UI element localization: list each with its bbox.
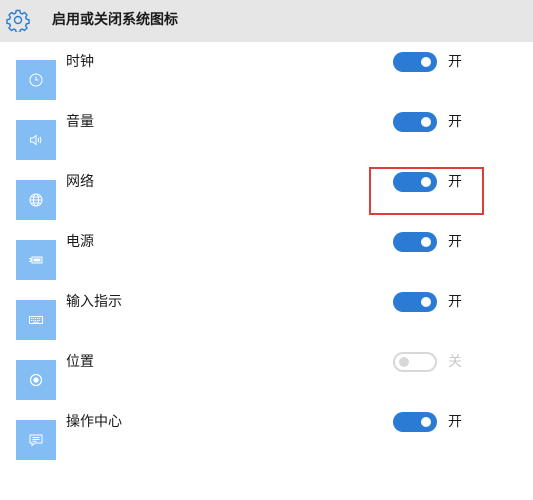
toggle-switch[interactable]	[393, 232, 437, 252]
volume-icon	[30, 134, 42, 146]
item-label: 时钟	[66, 54, 94, 70]
list-item-network: 网络 开	[0, 172, 533, 240]
message-icon	[29, 434, 43, 447]
item-label: 位置	[66, 354, 94, 370]
item-label: 网络	[66, 174, 94, 190]
page-title: 启用或关闭系统图标	[52, 12, 178, 28]
battery-icon	[29, 256, 43, 264]
clock-icon	[29, 73, 43, 87]
toggle-switch[interactable]	[393, 52, 437, 72]
item-label: 电源	[66, 234, 94, 250]
toggle-knob	[421, 177, 431, 187]
list-item-volume: 音量 开	[0, 112, 533, 180]
toggle-switch[interactable]	[393, 352, 437, 372]
toggle-switch[interactable]	[393, 292, 437, 312]
tile-power	[16, 240, 56, 280]
globe-icon	[29, 193, 43, 207]
toggle-state-text: 关	[448, 354, 462, 370]
toggle-state-text: 开	[448, 174, 462, 190]
list-item-location: 位置 关	[0, 352, 533, 420]
toggle-switch[interactable]	[393, 172, 437, 192]
location-icon	[29, 373, 43, 387]
item-label: 输入指示	[66, 294, 122, 310]
toggle-switch[interactable]	[393, 112, 437, 132]
list-item-power: 电源 开	[0, 232, 533, 300]
keyboard-icon	[29, 316, 43, 324]
tile-network	[16, 180, 56, 220]
item-label: 操作中心	[66, 414, 122, 430]
tile-volume	[16, 120, 56, 160]
list-item-action-center: 操作中心 开	[0, 412, 533, 480]
tile-action-center	[16, 420, 56, 460]
toggle-knob	[421, 417, 431, 427]
gear-icon	[6, 9, 30, 32]
item-label: 音量	[66, 114, 94, 130]
toggle-state-text: 开	[448, 414, 462, 430]
list-item-input-indicator: 输入指示 开	[0, 292, 533, 360]
toggle-knob	[421, 117, 431, 127]
toggle-knob	[399, 357, 409, 367]
toggle-knob	[421, 237, 431, 247]
tile-clock	[16, 60, 56, 100]
tile-location	[16, 360, 56, 400]
toggle-knob	[421, 297, 431, 307]
toggle-state-text: 开	[448, 114, 462, 130]
toggle-knob	[421, 57, 431, 67]
toggle-state-text: 开	[448, 294, 462, 310]
toggle-state-text: 开	[448, 234, 462, 250]
header-bar: 启用或关闭系统图标	[0, 0, 533, 42]
tile-input-indicator	[16, 300, 56, 340]
toggle-switch[interactable]	[393, 412, 437, 432]
list-item-clock: 时钟 开	[0, 52, 533, 120]
toggle-state-text: 开	[448, 54, 462, 70]
